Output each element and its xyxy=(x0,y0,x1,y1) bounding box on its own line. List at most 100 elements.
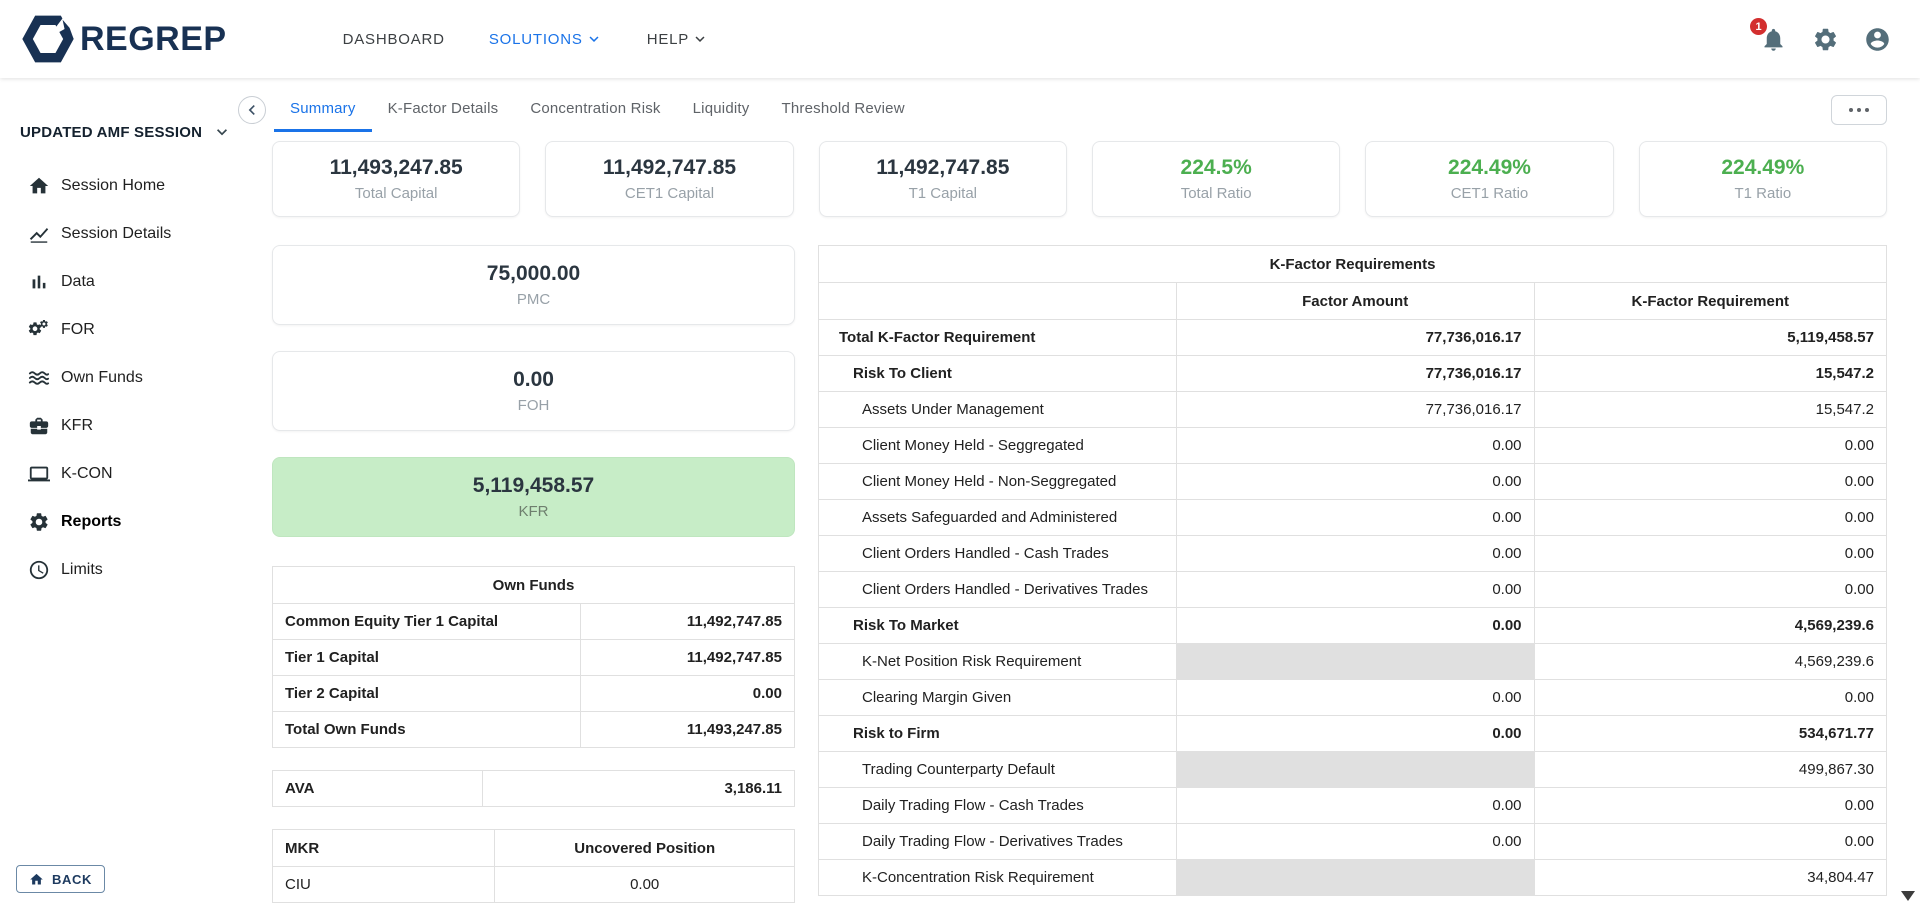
nav-item-dashboard[interactable]: DASHBOARD xyxy=(343,31,445,48)
main-content: SummaryK-Factor DetailsConcentration Ris… xyxy=(235,78,1920,905)
sidebar-item-data[interactable]: Data xyxy=(20,258,235,306)
sidebar-item-reports[interactable]: Reports xyxy=(20,498,235,546)
card-value: 0.00 xyxy=(513,368,554,392)
scrollbar-down-indicator[interactable] xyxy=(1901,891,1915,901)
kfactor-row-label: Client Money Held - Non-Seggregated xyxy=(819,464,1177,500)
gear-icon xyxy=(1812,26,1839,53)
sidebar-item-k-con[interactable]: K-CON xyxy=(20,450,235,498)
factor-amount-cell: 0.00 xyxy=(1176,428,1534,464)
kfactor-row-k-net-position-risk-requirement: K-Net Position Risk Requirement4,569,239… xyxy=(819,644,1887,680)
chevron-left-icon xyxy=(242,100,262,120)
chevron-down-icon xyxy=(212,122,232,142)
summary-card-total-capital: 11,493,247.85Total Capital xyxy=(272,141,520,217)
kfactor-row-client-orders-handled-cash-trades: Client Orders Handled - Cash Trades0.000… xyxy=(819,536,1887,572)
card-value: 11,492,747.85 xyxy=(876,156,1009,180)
sidebar-item-session-home[interactable]: Session Home xyxy=(20,162,235,210)
ava-table: AVA 3,186.11 xyxy=(272,770,795,807)
gear-icon xyxy=(28,511,50,533)
brand-name: REGREP xyxy=(80,20,227,59)
summary-card-total-ratio: 224.5% Total Ratio xyxy=(1092,141,1340,217)
settings-button[interactable] xyxy=(1810,24,1840,54)
own-funds-table-title: Own Funds xyxy=(273,567,795,604)
card-value: 224.5% xyxy=(1181,156,1252,180)
card-label: CET1 Capital xyxy=(625,185,714,202)
card-label: T1 Capital xyxy=(909,185,977,202)
factor-amount-cell: 0.00 xyxy=(1176,680,1534,716)
notifications-button[interactable]: 1 xyxy=(1758,24,1788,54)
kfactor-requirement-cell: 0.00 xyxy=(1534,464,1886,500)
nav-item-solutions[interactable]: SOLUTIONS xyxy=(489,30,603,48)
kfactor-row-daily-trading-flow-cash-trades: Daily Trading Flow - Cash Trades0.000.00 xyxy=(819,788,1887,824)
kfactor-row-k-concentration-risk-requirement: K-Concentration Risk Requirement34,804.4… xyxy=(819,860,1887,896)
kfactor-requirement-cell: 0.00 xyxy=(1534,536,1886,572)
kfactor-row-risk-to-firm: Risk to Firm0.00534,671.77 xyxy=(819,716,1887,752)
kfactor-row-assets-safeguarded-and-administered: Assets Safeguarded and Administered0.000… xyxy=(819,500,1887,536)
brand[interactable]: REGREP xyxy=(20,11,227,67)
sidebar-item-label: Reports xyxy=(61,513,121,531)
ellipsis-icon xyxy=(1849,108,1853,112)
factor-amount-cell: 0.00 xyxy=(1176,608,1534,644)
kfactor-requirement-cell: 5,119,458.57 xyxy=(1534,320,1886,356)
nav-item-label: HELP xyxy=(647,31,689,48)
own-funds-row-label: Tier 2 Capital xyxy=(273,676,581,712)
summary-card-t1-ratio: 224.49%T1 Ratio xyxy=(1639,141,1887,217)
sidebar-item-for[interactable]: FOR xyxy=(20,306,235,354)
sidebar-item-limits[interactable]: Limits xyxy=(20,546,235,594)
card-label: KFR xyxy=(519,503,549,520)
sidebar-menu: Session Home Session DetailsDataFOROwn Fu… xyxy=(20,162,235,594)
card-value: 11,493,247.85 xyxy=(330,156,463,180)
factor-amount-cell: 77,736,016.17 xyxy=(1176,320,1534,356)
tab-concentration-risk[interactable]: Concentration Risk xyxy=(514,88,676,132)
account-button[interactable] xyxy=(1862,24,1892,54)
kfactor-row-label: Daily Trading Flow - Cash Trades xyxy=(819,788,1177,824)
own-funds-row: Tier 2 Capital0.00 xyxy=(273,676,795,712)
tab-k-factor-details[interactable]: K-Factor Details xyxy=(372,88,515,132)
sidebar-collapse-button[interactable] xyxy=(238,96,266,124)
factor-amount-cell: 0.00 xyxy=(1176,716,1534,752)
factor-amount-cell: 0.00 xyxy=(1176,824,1534,860)
summary-cards-row: 11,493,247.85Total Capital 11,492,747.85 C… xyxy=(272,141,1887,217)
kfactor-row-label: Client Money Held - Seggregated xyxy=(819,428,1177,464)
nav-item-help[interactable]: HELP xyxy=(647,30,709,48)
tab-threshold-review[interactable]: Threshold Review xyxy=(765,88,920,132)
clock-icon xyxy=(28,559,50,581)
card-label: Total Ratio xyxy=(1181,185,1252,202)
factor-amount-cell: 77,736,016.17 xyxy=(1176,356,1534,392)
session-selector[interactable]: UPDATED AMF SESSION xyxy=(20,118,235,146)
metric-cards: 75,000.00PMC0.00FOH5,119,458.57KFR xyxy=(272,245,795,537)
kfactor-table: K-Factor Requirements Factor Amount K-Fa… xyxy=(818,245,1887,896)
home-icon xyxy=(28,175,50,197)
kfactor-row-risk-to-market: Risk To Market0.004,569,239.6 xyxy=(819,608,1887,644)
kfactor-requirement-column-header: K-Factor Requirement xyxy=(1534,283,1886,320)
notification-badge: 1 xyxy=(1750,18,1767,35)
sidebar-item-label: K-CON xyxy=(61,465,113,483)
tab-liquidity[interactable]: Liquidity xyxy=(677,88,766,132)
factor-amount-cell: 0.00 xyxy=(1176,500,1534,536)
more-options-button[interactable] xyxy=(1831,95,1887,125)
kfactor-requirement-cell: 4,569,239.6 xyxy=(1534,608,1886,644)
kfactor-requirement-cell: 0.00 xyxy=(1534,428,1886,464)
kfactor-row-total-k-factor-requirement: Total K-Factor Requirement77,736,016.175… xyxy=(819,320,1887,356)
back-button[interactable]: BACK xyxy=(16,865,105,893)
kfactor-row-client-orders-handled-derivatives-trades: Client Orders Handled - Derivatives Trad… xyxy=(819,572,1887,608)
card-value: 11,492,747.85 xyxy=(603,156,736,180)
own-funds-row: Tier 1 Capital11,492,747.85 xyxy=(273,640,795,676)
sidebar-item-label: Session Home xyxy=(61,177,165,195)
metric-card-pmc: 75,000.00PMC xyxy=(272,245,795,325)
kfactor-row-daily-trading-flow-derivatives-trades: Daily Trading Flow - Derivatives Trades0… xyxy=(819,824,1887,860)
sidebar-item-session-details[interactable]: Session Details xyxy=(20,210,235,258)
card-label: PMC xyxy=(517,291,550,308)
kfactor-table-title: K-Factor Requirements xyxy=(819,246,1887,283)
right-column: K-Factor Requirements Factor Amount K-Fa… xyxy=(818,245,1887,896)
mkr-row-label: CIU xyxy=(273,867,495,903)
waves-icon xyxy=(28,367,50,389)
metric-card-foh: 0.00FOH xyxy=(272,351,795,431)
nav-item-label: DASHBOARD xyxy=(343,31,445,48)
sidebar-item-kfr[interactable]: KFR xyxy=(20,402,235,450)
kfactor-empty-header xyxy=(819,283,1177,320)
brand-hexagon-logo-icon xyxy=(20,11,76,67)
tab-summary[interactable]: Summary xyxy=(274,88,372,132)
kfactor-row-label: Client Orders Handled - Cash Trades xyxy=(819,536,1177,572)
sidebar-item-own-funds[interactable]: Own Funds xyxy=(20,354,235,402)
own-funds-row-value: 11,492,747.85 xyxy=(580,640,794,676)
